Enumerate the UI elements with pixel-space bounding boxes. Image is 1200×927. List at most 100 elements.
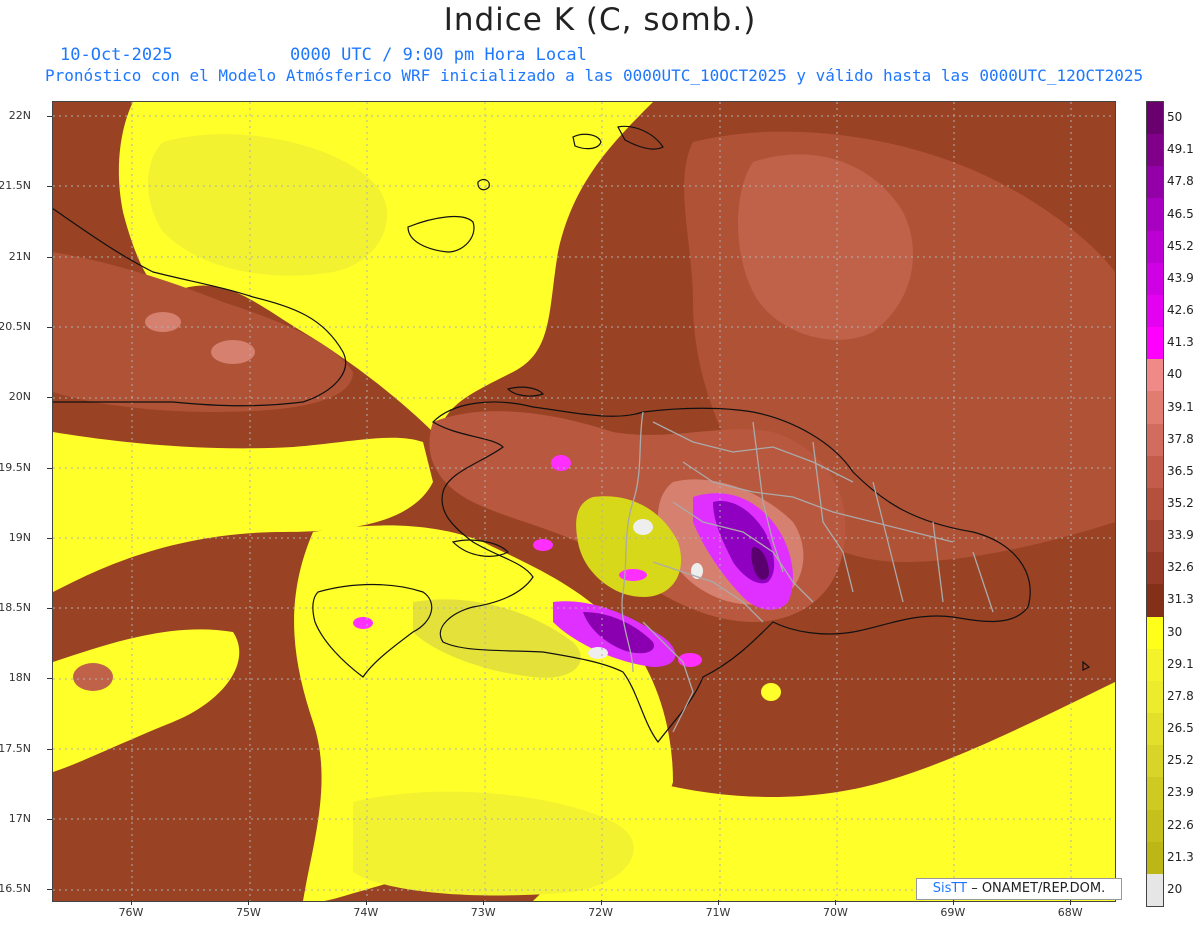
colorbar-tick-label: 30 (1167, 624, 1183, 639)
longitude-tick (248, 900, 250, 905)
longitude-label: 72W (588, 906, 614, 919)
latitude-tick (47, 889, 52, 891)
colorbar-tick-label: 45.2 (1167, 238, 1194, 253)
colorbar-segment (1147, 359, 1163, 392)
colorbar-segment (1147, 809, 1163, 843)
colorbar-tick-label: 37.8 (1167, 431, 1194, 446)
longitude-tick (483, 900, 485, 905)
latitude-label: 19.5N (0, 460, 31, 474)
longitude-label: 68W (1057, 906, 1083, 919)
longitude-label: 69W (940, 906, 966, 919)
colorbar-tick-label: 27.8 (1167, 688, 1194, 703)
latitude-tick (47, 397, 52, 399)
yellow-spot-south (761, 683, 781, 701)
latitude-label: 20.5N (0, 319, 31, 333)
colorbar-segment (1147, 520, 1163, 553)
longitude-tick (600, 900, 602, 905)
colorbar-segment (1147, 616, 1163, 650)
latitude-label: 21.5N (0, 179, 31, 193)
latitude-label: 21N (8, 249, 31, 263)
colorbar-tick-label: 23.9 (1167, 785, 1194, 800)
k-index-field (53, 102, 1115, 901)
colorbar-segment (1147, 745, 1163, 778)
latitude-label: 18N (8, 671, 31, 685)
colorbar-segment (1147, 713, 1163, 746)
colorbar-tick-label: 46.5 (1167, 206, 1194, 221)
longitude-tick (835, 900, 837, 905)
longitude-tick (718, 900, 719, 905)
magenta-spot-central (619, 569, 647, 581)
latitude-label: 16.5N (0, 882, 31, 896)
colorbar-segment (1147, 166, 1163, 199)
colorbar-tick-label: 36.5 (1167, 463, 1194, 478)
colorbar-segment (1147, 873, 1163, 907)
colorbar-tick-label: 20 (1167, 881, 1183, 896)
latitude-tick (47, 608, 52, 610)
colorbar-tick-label: 26.5 (1167, 721, 1194, 736)
magenta-spot-jamaica (353, 617, 373, 629)
longitude-tick (1070, 900, 1072, 905)
colorbar-segment (1147, 680, 1163, 714)
magenta-spot-west-haiti (533, 539, 553, 551)
model-run-info: Pronóstico con el Modelo Atmósferico WRF… (45, 66, 1144, 85)
longitude-tick (952, 900, 954, 905)
credit-box: SisTT – ONAMET/REP.DOM. (916, 878, 1122, 900)
latitude-tick (47, 678, 52, 680)
latitude-tick (47, 748, 52, 750)
colorbar-tick-label: 29.1 (1167, 656, 1194, 671)
colorbar-tick-label: 43.9 (1167, 270, 1194, 285)
colorbar-segment (1147, 262, 1163, 296)
colorbar-segment (1147, 841, 1163, 875)
latitude-tick (47, 819, 52, 820)
longitude-label: 75W (235, 906, 261, 919)
colorbar-tick-label: 42.6 (1167, 303, 1194, 318)
forecast-date: 10-Oct-2025 (60, 45, 173, 65)
colorbar-segment (1147, 777, 1163, 811)
colorbar-tick-label: 39.1 (1167, 399, 1194, 414)
colorbar-segment (1147, 455, 1163, 489)
colorbar-tick-label: 50 (1167, 110, 1183, 125)
colorbar-tick-label: 33.9 (1167, 528, 1194, 543)
latitude-label: 20N (8, 390, 31, 404)
longitude-tick (131, 900, 132, 905)
colorbar-tick-label: 49.1 (1167, 142, 1194, 157)
longitude-label: 71W (705, 906, 731, 919)
forecast-time: 0000 UTC / 9:00 pm Hora Local (290, 45, 587, 65)
magenta-spot-north-haiti (551, 455, 571, 471)
longitude-label: 70W (822, 906, 848, 919)
colorbar-segment (1147, 230, 1163, 264)
longitude-tick (365, 900, 367, 905)
colorbar-segment (1147, 102, 1163, 135)
colorbar-segment (1147, 552, 1163, 585)
colorbar-segment (1147, 327, 1163, 360)
colorbar-segment (1147, 423, 1163, 457)
map-title: Indice K (C, somb.) (443, 2, 757, 38)
latitude-label: 17N (8, 812, 31, 825)
colorbar-segment (1147, 294, 1163, 328)
longitude-label: 74W (353, 906, 379, 919)
longitude-label: 76W (118, 906, 144, 919)
credit-brand: SisTT (932, 881, 968, 896)
colorbar-tick-label: 41.3 (1167, 335, 1194, 350)
credit-org: – ONAMET/REP.DOM. (967, 881, 1106, 896)
latitude-tick (47, 537, 52, 539)
colorbar (1146, 101, 1164, 907)
colorbar-tick-label: 22.6 (1167, 817, 1194, 832)
colorbar-tick-label: 25.2 (1167, 753, 1194, 768)
latitude-label: 18.5N (0, 601, 31, 615)
longitude-label: 73W (470, 906, 496, 919)
colorbar-segment (1147, 198, 1163, 232)
colorbar-segment (1147, 391, 1163, 425)
latitude-label: 17.5N (0, 741, 31, 755)
pink-spot-cuba-1 (145, 312, 181, 332)
colorbar-tick-label: 47.8 (1167, 174, 1194, 189)
colorbar-tick-label: 32.6 (1167, 560, 1194, 575)
latitude-tick (47, 186, 52, 188)
colorbar-segment (1147, 134, 1163, 167)
latitude-label: 19N (8, 530, 31, 544)
colorbar-tick-label: 31.3 (1167, 592, 1194, 607)
latitude-tick (47, 467, 52, 469)
latitude-tick (47, 116, 52, 117)
latitude-tick (47, 326, 52, 328)
colorbar-tick-label: 21.3 (1167, 849, 1194, 864)
